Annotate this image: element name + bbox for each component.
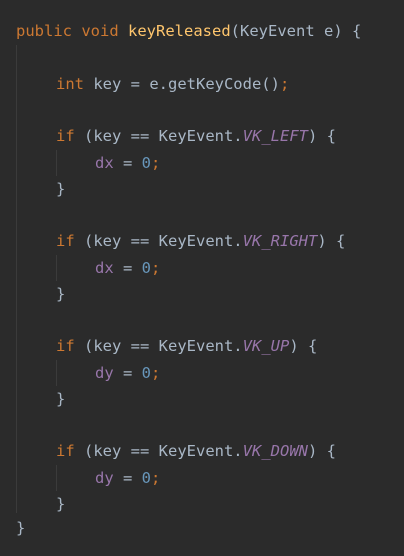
code-line-close-brace[interactable]: } [56, 176, 65, 202]
condition-end: ) { [317, 232, 346, 250]
code-line-if[interactable]: if (key == KeyEvent.VK_RIGHT) { [56, 228, 345, 254]
indent-guide [56, 465, 57, 491]
condition-end: ) { [307, 442, 336, 460]
keyword-if: if [56, 127, 75, 145]
code-line-close-brace[interactable]: } [56, 386, 65, 412]
code-line-declaration[interactable]: int key = e.getKeyCode(); [56, 71, 289, 97]
assign-op: = [113, 469, 142, 487]
condition-end: ) { [307, 127, 336, 145]
keyword-public: public [16, 22, 72, 40]
keyword-if: if [56, 337, 75, 355]
number-literal: 0 [141, 259, 152, 277]
indent-guide [56, 150, 57, 176]
keyword-int: int [56, 75, 84, 93]
constant-field: VK_LEFT [242, 127, 308, 145]
condition-start: (key == KeyEvent. [74, 232, 243, 250]
close-brace: } [16, 519, 26, 537]
keyword-void: void [81, 22, 119, 40]
number-literal: 0 [141, 364, 152, 382]
semicolon: ; [279, 75, 290, 93]
declaration-text: key = e.getKeyCode() [84, 75, 280, 93]
condition-start: (key == KeyEvent. [74, 442, 243, 460]
code-line-if[interactable]: if (key == KeyEvent.VK_LEFT) { [56, 123, 336, 149]
semicolon: ; [151, 364, 161, 382]
condition-end: ) { [289, 337, 318, 355]
code-line-close-brace[interactable]: } [56, 281, 65, 307]
keyword-if: if [56, 232, 75, 250]
number-literal: 0 [141, 469, 152, 487]
constant-field: VK_DOWN [242, 442, 308, 460]
code-editor[interactable]: public void keyReleased(KeyEvent e) { in… [0, 0, 404, 556]
code-line-assignment[interactable]: dx = 0; [95, 150, 160, 176]
field-var: dx [95, 259, 114, 277]
assign-op: = [113, 259, 142, 277]
field-var: dy [95, 469, 114, 487]
code-line-assignment[interactable]: dx = 0; [95, 255, 160, 281]
assign-op: = [113, 364, 142, 382]
constant-field: VK_RIGHT [242, 232, 318, 250]
code-line-method-close[interactable]: } [16, 515, 25, 541]
constant-field: VK_UP [242, 337, 290, 355]
code-line-close-brace[interactable]: } [56, 491, 65, 517]
code-line-if[interactable]: if (key == KeyEvent.VK_UP) { [56, 333, 317, 359]
code-line-assignment[interactable]: dy = 0; [95, 360, 160, 386]
semicolon: ; [151, 469, 161, 487]
semicolon: ; [151, 259, 161, 277]
field-var: dy [95, 364, 114, 382]
assign-op: = [113, 154, 142, 172]
close-brace: } [56, 495, 66, 513]
indent-guide [16, 45, 17, 513]
number-literal: 0 [141, 154, 152, 172]
code-line-assignment[interactable]: dy = 0; [95, 465, 160, 491]
close-brace: } [56, 390, 66, 408]
semicolon: ; [151, 154, 161, 172]
field-var: dx [95, 154, 114, 172]
close-brace: } [56, 285, 66, 303]
condition-start: (key == KeyEvent. [74, 127, 243, 145]
indent-guide [56, 360, 57, 386]
code-line-signature[interactable]: public void keyReleased(KeyEvent e) { [16, 18, 361, 44]
close-brace: } [56, 180, 66, 198]
method-params: (KeyEvent e) { [230, 22, 362, 40]
method-name: keyReleased [128, 22, 231, 40]
condition-start: (key == KeyEvent. [74, 337, 243, 355]
indent-guide [56, 255, 57, 281]
code-line-if[interactable]: if (key == KeyEvent.VK_DOWN) { [56, 438, 336, 464]
keyword-if: if [56, 442, 75, 460]
